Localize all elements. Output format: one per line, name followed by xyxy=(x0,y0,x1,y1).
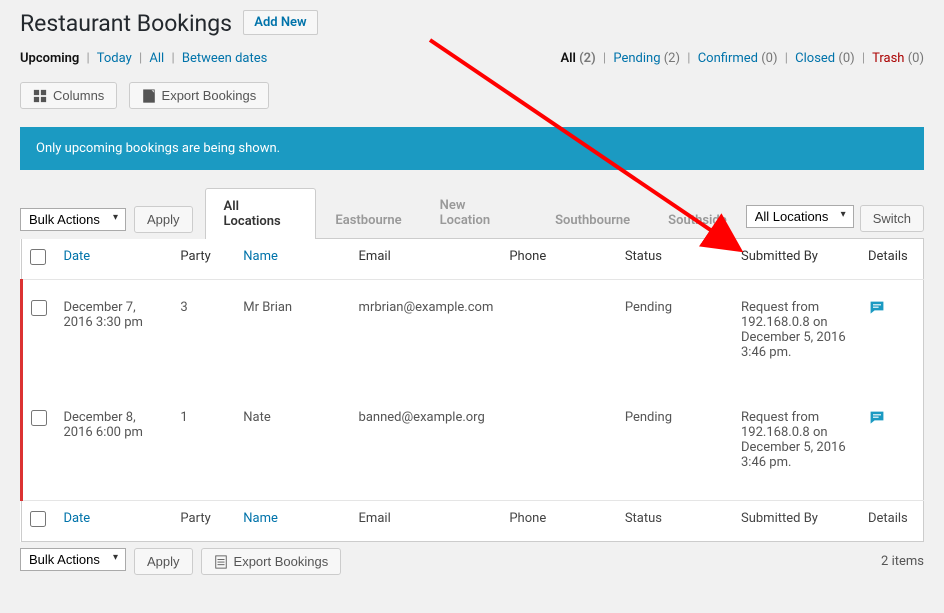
cell-phone xyxy=(501,390,616,501)
cell-email: banned@example.org xyxy=(351,390,502,501)
col-submitted-by: Submitted By xyxy=(733,239,860,280)
cell-name: Mr Brian xyxy=(235,280,350,391)
apply-button-bottom[interactable]: Apply xyxy=(134,548,193,575)
row-checkbox[interactable] xyxy=(31,300,47,316)
cell-email: mrbrian@example.com xyxy=(351,280,502,391)
chat-icon[interactable] xyxy=(868,410,886,426)
cell-name: Nate xyxy=(235,390,350,501)
status-filter-confirmed[interactable]: Confirmed (0) xyxy=(698,51,778,66)
bulk-actions-select[interactable]: Bulk Actions xyxy=(20,208,126,231)
col-details: Details xyxy=(860,501,924,542)
cell-date: December 8, 2016 6:00 pm xyxy=(55,390,172,501)
location-select[interactable]: All Locations xyxy=(746,205,854,228)
select-all-checkbox[interactable] xyxy=(30,249,46,265)
columns-button[interactable]: Columns xyxy=(20,82,117,109)
cell-party: 1 xyxy=(172,390,235,501)
row-checkbox[interactable] xyxy=(31,410,47,426)
col-date[interactable]: Date xyxy=(63,511,90,526)
status-filter-pending[interactable]: Pending (2) xyxy=(613,51,680,66)
bookings-table: Date Party Name Email Phone Status Submi… xyxy=(20,239,924,542)
col-name[interactable]: Name xyxy=(243,249,278,264)
col-submitted-by: Submitted By xyxy=(733,501,860,542)
col-details: Details xyxy=(860,239,924,280)
notice-banner: Only upcoming bookings are being shown. xyxy=(20,127,924,170)
tab-eastbourne[interactable]: Eastbourne xyxy=(316,202,420,238)
cell-status: Pending xyxy=(617,280,733,391)
cell-submitted-by: Request from 192.168.0.8 on December 5, … xyxy=(733,390,860,501)
chat-icon[interactable] xyxy=(868,300,886,316)
col-party: Party xyxy=(172,501,235,542)
view-filter-all[interactable]: All xyxy=(149,51,164,66)
col-status: Status xyxy=(617,501,733,542)
view-filter-today[interactable]: Today xyxy=(97,51,132,66)
cell-status: Pending xyxy=(617,390,733,501)
view-filter-between[interactable]: Between dates xyxy=(182,51,267,66)
col-email: Email xyxy=(351,239,502,280)
export-icon xyxy=(142,89,156,103)
col-email: Email xyxy=(351,501,502,542)
switch-button[interactable]: Switch xyxy=(860,205,924,232)
table-row: December 7, 2016 3:30 pm 3 Mr Brian mrbr… xyxy=(22,280,924,391)
status-filter-trash[interactable]: Trash (0) xyxy=(872,51,924,66)
tab-southside[interactable]: Southside xyxy=(649,202,746,238)
add-new-button[interactable]: Add New xyxy=(243,10,317,35)
col-status: Status xyxy=(617,239,733,280)
col-name[interactable]: Name xyxy=(243,511,278,526)
tab-all-locations[interactable]: All Locations xyxy=(205,188,317,239)
items-count: 2 items xyxy=(881,554,924,569)
apply-button[interactable]: Apply xyxy=(134,206,193,233)
table-row: December 8, 2016 6:00 pm 1 Nate banned@e… xyxy=(22,390,924,501)
col-phone: Phone xyxy=(501,239,616,280)
select-all-checkbox-bottom[interactable] xyxy=(30,511,46,527)
col-date[interactable]: Date xyxy=(63,249,90,264)
col-party: Party xyxy=(172,239,235,280)
export-button[interactable]: Export Bookings xyxy=(129,82,270,109)
view-filter-upcoming[interactable]: Upcoming xyxy=(20,51,79,66)
cell-phone xyxy=(501,280,616,391)
page-title: Restaurant Bookings xyxy=(20,10,232,37)
tab-new-location[interactable]: New Location xyxy=(421,187,536,238)
tab-southbourne[interactable]: Southbourne xyxy=(536,202,649,238)
columns-icon xyxy=(33,89,47,103)
export-button-bottom[interactable]: Export Bookings xyxy=(201,548,342,575)
export-icon xyxy=(214,555,228,569)
status-filter-all[interactable]: All (2) xyxy=(560,51,595,66)
cell-date: December 7, 2016 3:30 pm xyxy=(55,280,172,391)
status-filter-closed[interactable]: Closed (0) xyxy=(795,51,855,66)
bulk-actions-select-bottom[interactable]: Bulk Actions xyxy=(20,548,126,571)
cell-submitted-by: Request from 192.168.0.8 on December 5, … xyxy=(733,280,860,391)
cell-party: 3 xyxy=(172,280,235,391)
col-phone: Phone xyxy=(501,501,616,542)
